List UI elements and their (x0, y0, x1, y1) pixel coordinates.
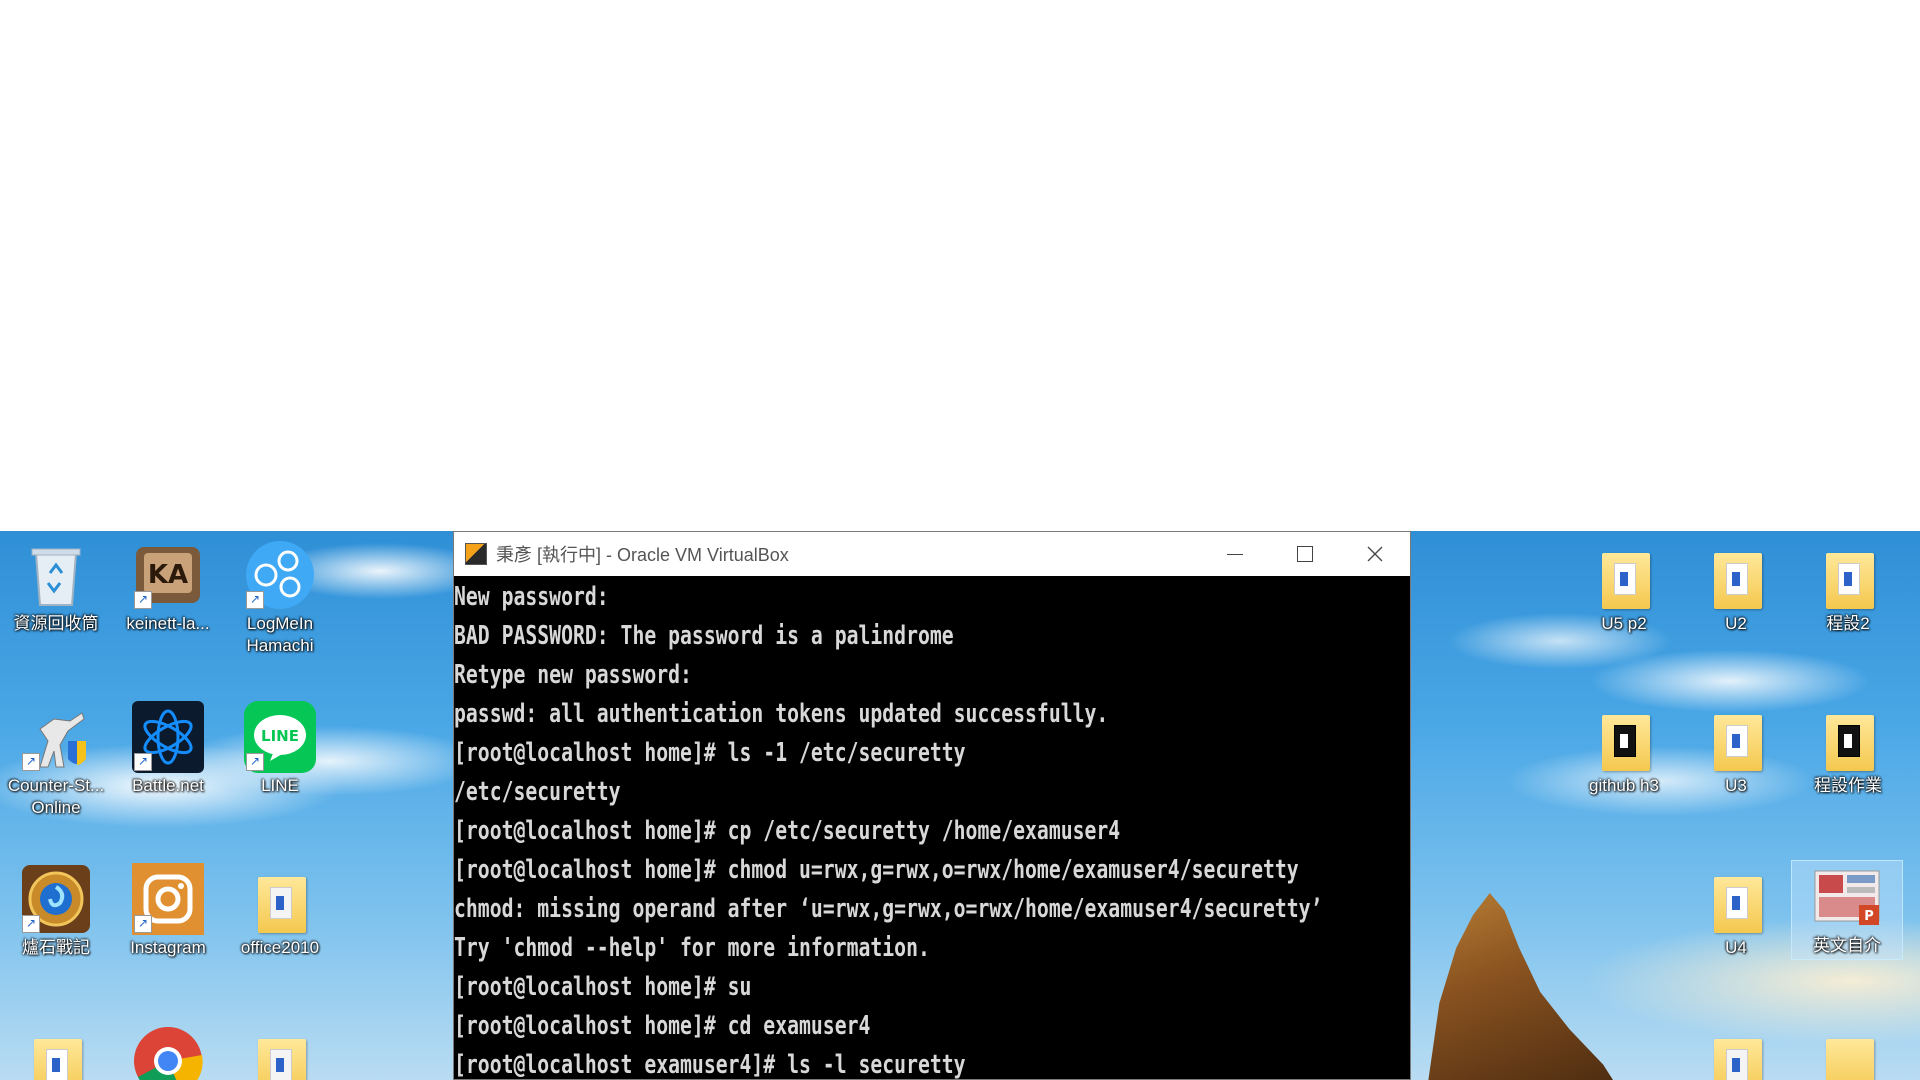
terminal-line: [root@localhost home]# su (454, 972, 752, 1002)
desktop-icon-label: 資源回收筒 (13, 614, 99, 633)
terminal-line: Retype new password: (454, 660, 692, 690)
powerpoint-file-icon: P (1811, 861, 1883, 933)
svg-text:KA: KA (148, 560, 188, 590)
folder-icon (1700, 539, 1772, 611)
virtualbox-app-icon (465, 543, 487, 565)
shortcut-arrow-icon: ↗ (22, 753, 40, 771)
close-button[interactable] (1340, 532, 1410, 576)
shortcut-arrow-icon: ↗ (134, 591, 152, 609)
desktop-icon-label: office2010 (240, 938, 320, 957)
desktop-icon-battlenet[interactable]: ↗ Battle.net (116, 701, 220, 797)
desktop-icon-label: 程設2 (1826, 614, 1870, 633)
window-title: 秉彥 [執行中] - Oracle VM VirtualBox (496, 545, 789, 565)
line-logo-text: LINE (261, 727, 299, 745)
desktop-icon-partial-folder-2[interactable] (228, 1025, 332, 1080)
desktop-icon-hearthstone[interactable]: ↗ 爐石戰記 (4, 863, 108, 959)
desktop-icon-label: LogMeIn (246, 614, 314, 633)
terminal-line: Try 'chmod --help' for more information. (454, 933, 930, 963)
keinett-icon: KA ↗ (132, 539, 204, 611)
desktop-icon-label: LINE (261, 776, 299, 795)
desktop-icon-chengshe-zuoye[interactable]: 程設作業 (1796, 701, 1900, 797)
desktop-icon-u5-p2[interactable]: U5 p2 (1572, 539, 1676, 635)
desktop-icon-label-line2: Online (31, 798, 81, 817)
maximize-button[interactable] (1270, 532, 1340, 576)
vm-terminal-screen[interactable]: New password: BAD PASSWORD: The password… (454, 576, 1410, 1079)
hamachi-icon: ↗ (244, 539, 316, 611)
folder-icon (20, 1025, 92, 1080)
desktop-icon-label: 程設作業 (1814, 776, 1882, 795)
desktop-icon-label: github h3 (1589, 776, 1659, 795)
desktop-icon-line[interactable]: LINE ↗ LINE (228, 701, 332, 797)
window-titlebar[interactable]: 秉彥 [執行中] - Oracle VM VirtualBox (454, 532, 1410, 576)
shortcut-arrow-icon: ↗ (134, 915, 152, 933)
maximize-icon (1297, 546, 1313, 562)
terminal-line: New password: (454, 582, 609, 612)
folder-icon (1700, 1025, 1772, 1080)
desktop-icon-label: U4 (1725, 938, 1747, 957)
svg-text:P: P (1864, 909, 1874, 924)
desktop-icon-label: Battle.net (132, 776, 204, 795)
desktop-icon-label: U5 p2 (1601, 614, 1647, 633)
terminal-line: chmod: missing operand after ‘u=rwx,g=rw… (454, 894, 1323, 924)
desktop-icon-label: keinett-la... (126, 614, 210, 633)
desktop-icon-keinett[interactable]: KA ↗ keinett-la... (116, 539, 220, 635)
folder-icon (1812, 1025, 1884, 1080)
terminal-line: /etc/securetty (454, 777, 621, 807)
desktop-icon-hamachi[interactable]: ↗ LogMeIn Hamachi (228, 539, 332, 657)
folder-icon (244, 863, 316, 935)
desktop-icon-partial-folder-4[interactable] (1796, 1025, 1900, 1080)
desktop-icon-partial-folder[interactable] (4, 1025, 108, 1080)
desktop-icon-english-intro[interactable]: P 英文自介 (1791, 860, 1903, 960)
wallpaper-cliff (1426, 893, 1620, 1080)
shortcut-arrow-icon: ↗ (246, 591, 264, 609)
desktop-icon-u4[interactable]: U4 (1684, 863, 1788, 959)
instagram-icon: ↗ (132, 863, 204, 935)
desktop-icon-label: Instagram (130, 938, 206, 957)
desktop-icon-u3[interactable]: U3 (1684, 701, 1788, 797)
virtualbox-window[interactable]: 秉彥 [執行中] - Oracle VM VirtualBox New pass… (453, 531, 1411, 1080)
folder-icon (1812, 701, 1884, 773)
close-icon (1367, 546, 1383, 562)
folder-icon (1700, 701, 1772, 773)
terminal-line: [root@localhost home]# cd examuser4 (454, 1011, 871, 1041)
line-icon: LINE ↗ (244, 701, 316, 773)
battlenet-icon: ↗ (132, 701, 204, 773)
desktop-icon-recycle-bin[interactable]: 資源回收筒 (4, 539, 108, 635)
desktop-icon-chrome[interactable] (116, 1025, 220, 1080)
desktop-icon-label: U2 (1725, 614, 1747, 633)
desktop-icon-partial-folder-3[interactable] (1684, 1025, 1788, 1080)
terminal-line: [root@localhost examuser4]# ls -l secure… (454, 1050, 966, 1080)
desktop-icon-label: 爐石戰記 (22, 938, 90, 957)
desktop-icon-office2010[interactable]: office2010 (228, 863, 332, 959)
chrome-icon (132, 1025, 204, 1080)
terminal-line: passwd: all authentication tokens update… (454, 699, 1109, 729)
folder-icon (1588, 701, 1660, 773)
desktop-icon-counter-strike[interactable]: ↗ Counter-St... Online (4, 701, 108, 819)
terminal-line: [root@localhost home]# chmod u=rwx,g=rwx… (454, 855, 1299, 885)
counter-strike-icon: ↗ (20, 701, 92, 773)
desktop-icon-chengshe2[interactable]: 程設2 (1796, 539, 1900, 635)
desktop-icon-u2[interactable]: U2 (1684, 539, 1788, 635)
hearthstone-icon: ↗ (20, 863, 92, 935)
folder-icon (1812, 539, 1884, 611)
folder-icon (1700, 863, 1772, 935)
shortcut-arrow-icon: ↗ (134, 753, 152, 771)
terminal-line: BAD PASSWORD: The password is a palindro… (454, 621, 954, 651)
terminal-line: [root@localhost home]# ls -1 /etc/secure… (454, 738, 966, 768)
desktop-icon-label: Counter-St... (7, 776, 105, 795)
desktop-icon-label: U3 (1725, 776, 1747, 795)
recycle-bin-icon (20, 539, 92, 611)
folder-icon (1588, 539, 1660, 611)
desktop-icon-github-h3[interactable]: github h3 (1572, 701, 1676, 797)
shortcut-arrow-icon: ↗ (246, 753, 264, 771)
desktop-icon-instagram[interactable]: ↗ Instagram (116, 863, 220, 959)
terminal-line: [root@localhost home]# cp /etc/securetty… (454, 816, 1121, 846)
desktop-icon-label: 英文自介 (1813, 936, 1881, 955)
shortcut-arrow-icon: ↗ (22, 915, 40, 933)
minimize-icon (1227, 553, 1243, 555)
folder-icon (244, 1025, 316, 1080)
desktop-icon-label-line2: Hamachi (246, 636, 314, 655)
minimize-button[interactable] (1200, 532, 1270, 576)
